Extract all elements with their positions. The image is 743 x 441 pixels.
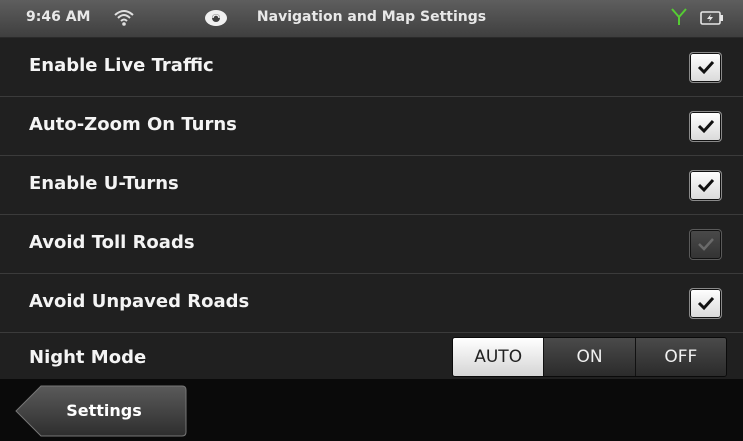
checkmark-icon (697, 60, 715, 75)
night-mode-auto-option[interactable]: AUTO (453, 338, 544, 376)
back-button-label: Settings (66, 401, 142, 420)
setting-label: Avoid Toll Roads (29, 232, 195, 253)
checkmark-icon (698, 238, 714, 251)
setting-label: Avoid Unpaved Roads (29, 291, 250, 312)
setting-row-enable-live-traffic[interactable]: Enable Live Traffic (0, 38, 743, 97)
avoid-toll-roads-checkbox[interactable] (689, 229, 722, 260)
auto-zoom-checkbox[interactable] (689, 111, 722, 142)
status-bar: 9:46 AM Navigation and Map Settings (0, 0, 743, 38)
setting-row-night-mode: Night Mode AUTO ON OFF (0, 333, 743, 379)
night-mode-segmented-control: AUTO ON OFF (452, 337, 727, 377)
checkmark-icon (697, 296, 715, 311)
enable-live-traffic-checkbox[interactable] (689, 52, 722, 83)
bottom-bar: Settings (0, 379, 743, 441)
setting-row-avoid-toll-roads[interactable]: Avoid Toll Roads (0, 215, 743, 274)
checkmark-icon (697, 119, 715, 134)
setting-label: Auto-Zoom On Turns (29, 114, 237, 135)
avoid-unpaved-roads-checkbox[interactable] (689, 288, 722, 319)
setting-label: Enable Live Traffic (29, 55, 214, 76)
signal-icon (671, 8, 687, 30)
back-button[interactable]: Settings (15, 385, 187, 437)
setting-row-avoid-unpaved-roads[interactable]: Avoid Unpaved Roads (0, 274, 743, 333)
setting-label: Enable U-Turns (29, 173, 179, 194)
battery-charging-icon (700, 10, 724, 29)
setting-label: Night Mode (29, 347, 147, 368)
setting-row-enable-u-turns[interactable]: Enable U-Turns (0, 156, 743, 215)
setting-row-auto-zoom[interactable]: Auto-Zoom On Turns (0, 97, 743, 156)
night-mode-on-option[interactable]: ON (543, 338, 635, 376)
night-mode-off-option[interactable]: OFF (634, 338, 726, 376)
enable-u-turns-checkbox[interactable] (689, 170, 722, 201)
checkmark-icon (697, 178, 715, 193)
page-title: Navigation and Map Settings (256, 9, 487, 25)
